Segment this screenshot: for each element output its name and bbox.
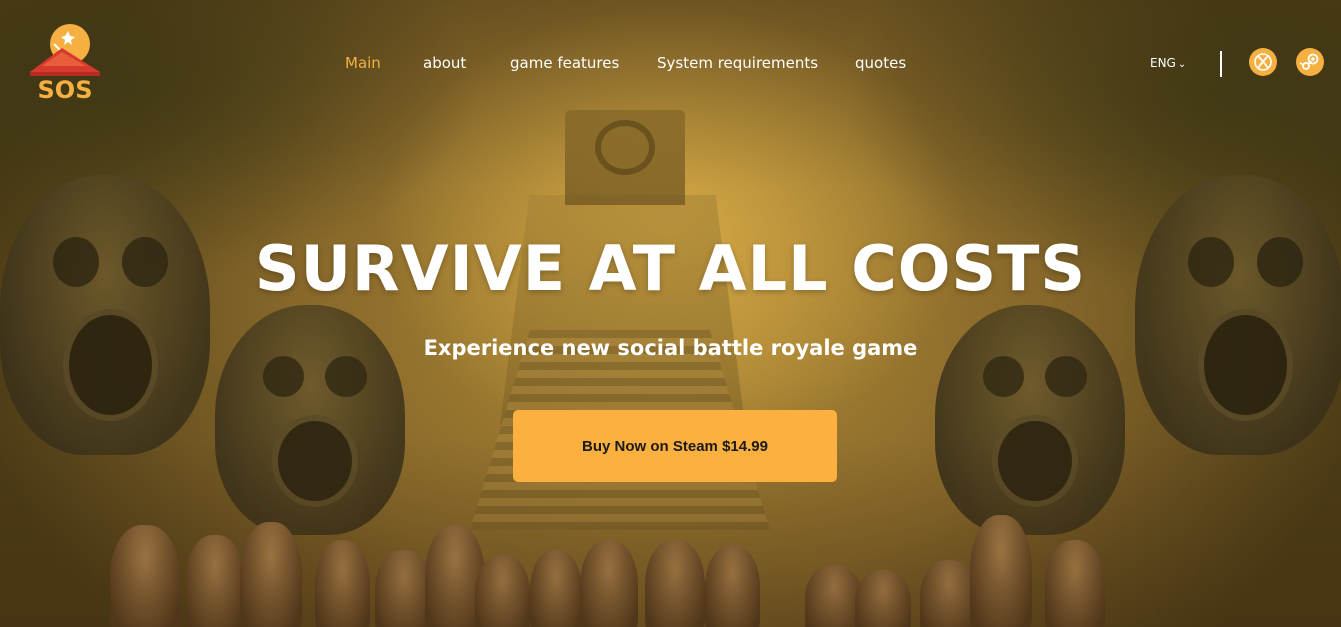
hero-background	[0, 0, 1341, 627]
chevron-down-icon: ⌄	[1177, 59, 1187, 70]
main-navigation: Main about game features System requirem…	[0, 54, 1341, 76]
language-selector[interactable]: ENG ⌄	[1150, 56, 1186, 70]
nav-item-system-requirements[interactable]: System requirements	[657, 54, 818, 72]
nav-item-quotes[interactable]: quotes	[855, 54, 906, 72]
language-label: ENG	[1150, 56, 1176, 70]
logo-text: SOS	[38, 76, 93, 102]
nav-item-about[interactable]: about	[423, 54, 466, 72]
buy-now-steam-button[interactable]: Buy Now on Steam $14.99	[513, 410, 837, 482]
hero-headline: SURVIVE AT ALL COSTS	[254, 232, 1087, 305]
xbox-icon[interactable]	[1249, 48, 1277, 76]
hero-subheadline: Experience new social battle royale game	[423, 336, 918, 360]
steam-icon[interactable]	[1296, 48, 1324, 76]
header-divider	[1220, 51, 1222, 77]
nav-item-main[interactable]: Main	[345, 54, 381, 72]
hero-overlay	[0, 0, 1341, 627]
nav-item-game-features[interactable]: game features	[510, 54, 619, 72]
